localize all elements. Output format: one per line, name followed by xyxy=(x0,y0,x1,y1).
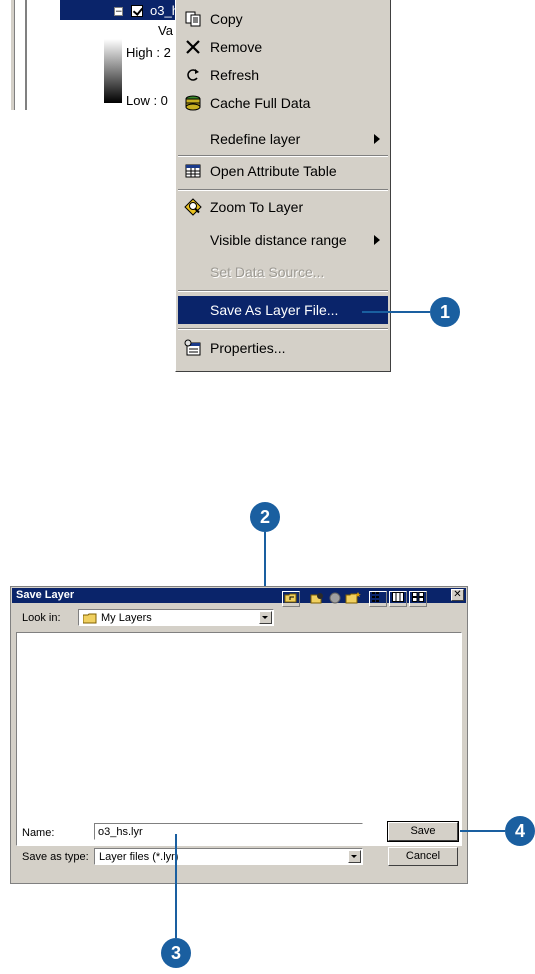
name-label: Name: xyxy=(22,827,55,839)
legend-value-heading: Va xyxy=(158,23,173,38)
menu-item-label: Open Attribute Table xyxy=(210,163,337,179)
cancel-button[interactable]: Cancel xyxy=(388,847,458,866)
list-view-icon[interactable] xyxy=(369,591,387,607)
save-as-type-dropdown[interactable]: Layer files (*.lyr) xyxy=(94,848,363,865)
look-in-value: My Layers xyxy=(101,612,152,624)
menu-item-copy[interactable]: Copy xyxy=(178,5,388,33)
menu-item-label: Remove xyxy=(210,39,263,55)
layer-visibility-checkbox[interactable] xyxy=(131,5,143,17)
callout-1-badge: 1 xyxy=(430,297,460,327)
layer-context-menu: Copy Remove Refresh Cache Full Data Rede… xyxy=(175,0,391,372)
menu-item-label: Visible distance range xyxy=(210,232,347,248)
menu-item-label: Save As Layer File... xyxy=(210,302,339,318)
name-field-value: o3_hs.lyr xyxy=(98,826,143,838)
up-one-level-icon[interactable] xyxy=(282,591,300,607)
legend-low-label: Low : 0 xyxy=(126,93,168,108)
properties-icon xyxy=(184,339,202,357)
table-icon xyxy=(184,162,202,180)
callout-3-badge: 3 xyxy=(161,938,191,968)
menu-item-label: Properties... xyxy=(210,340,286,356)
menu-item-label: Copy xyxy=(210,11,243,27)
menu-item-open-attribute-table[interactable]: Open Attribute Table xyxy=(178,157,388,185)
color-ramp xyxy=(104,39,122,103)
look-in-label: Look in: xyxy=(22,612,61,624)
name-field[interactable]: o3_hs.lyr xyxy=(94,823,363,840)
details-view-icon[interactable] xyxy=(389,591,407,607)
menu-item-save-as-layer-file[interactable]: Save As Layer File... xyxy=(178,296,388,324)
save-as-type-label: Save as type: xyxy=(22,851,89,863)
menu-separator xyxy=(178,290,388,292)
folder-icon xyxy=(82,613,97,627)
chevron-down-icon[interactable] xyxy=(259,611,272,624)
menu-separator xyxy=(178,189,388,191)
callout-4-badge: 4 xyxy=(505,816,535,846)
save-as-type-value: Layer files (*.lyr) xyxy=(99,851,179,863)
file-list[interactable] xyxy=(16,632,462,846)
remove-x-icon xyxy=(184,38,202,56)
add-data-icon[interactable] xyxy=(308,591,326,607)
refresh-icon xyxy=(184,66,202,84)
zoom-to-layer-icon xyxy=(184,198,202,216)
cache-data-icon xyxy=(184,94,202,112)
callout-1-line xyxy=(362,311,430,313)
look-in-dropdown[interactable]: My Layers xyxy=(78,609,274,626)
menu-item-refresh[interactable]: Refresh xyxy=(178,61,388,89)
connect-icon[interactable] xyxy=(326,591,344,607)
menu-item-redefine-layer[interactable]: Redefine layer xyxy=(178,125,388,153)
close-icon[interactable]: ✕ xyxy=(451,589,464,601)
new-folder-icon[interactable] xyxy=(344,591,362,607)
copy-icon xyxy=(184,10,202,28)
submenu-arrow-icon xyxy=(374,134,380,144)
toc-panel-edge xyxy=(11,0,15,110)
callout-2-badge: 2 xyxy=(250,502,280,532)
menu-item-properties[interactable]: Properties... xyxy=(178,334,388,362)
dialog-title: Save Layer xyxy=(16,589,75,601)
menu-item-label: Refresh xyxy=(210,67,260,83)
save-button[interactable]: Save xyxy=(387,821,459,842)
callout-3-line xyxy=(175,834,177,938)
menu-item-visible-distance-range[interactable]: Visible distance range xyxy=(178,226,388,254)
thumbnails-view-icon[interactable] xyxy=(409,591,427,607)
menu-item-zoom-to-layer[interactable]: Zoom To Layer xyxy=(178,193,388,221)
menu-item-cache-full-data[interactable]: Cache Full Data xyxy=(178,89,388,117)
legend-high-label: High : 2 xyxy=(126,45,171,60)
save-layer-dialog: Save Layer ✕ Look in: My Layers Name: o3… xyxy=(10,586,468,884)
callout-4-line xyxy=(460,830,505,832)
menu-item-label: Redefine layer xyxy=(210,131,301,147)
menu-item-label: Zoom To Layer xyxy=(210,199,304,215)
collapse-icon[interactable]: − xyxy=(114,7,123,17)
menu-item-remove[interactable]: Remove xyxy=(178,33,388,61)
toc-tree-line xyxy=(25,0,27,110)
menu-item-label: Cache Full Data xyxy=(210,95,311,111)
menu-item-set-data-source: Set Data Source... xyxy=(178,258,388,286)
chevron-down-icon[interactable] xyxy=(348,850,361,863)
submenu-arrow-icon xyxy=(374,235,380,245)
menu-separator xyxy=(178,328,388,330)
menu-item-label: Set Data Source... xyxy=(210,264,325,280)
